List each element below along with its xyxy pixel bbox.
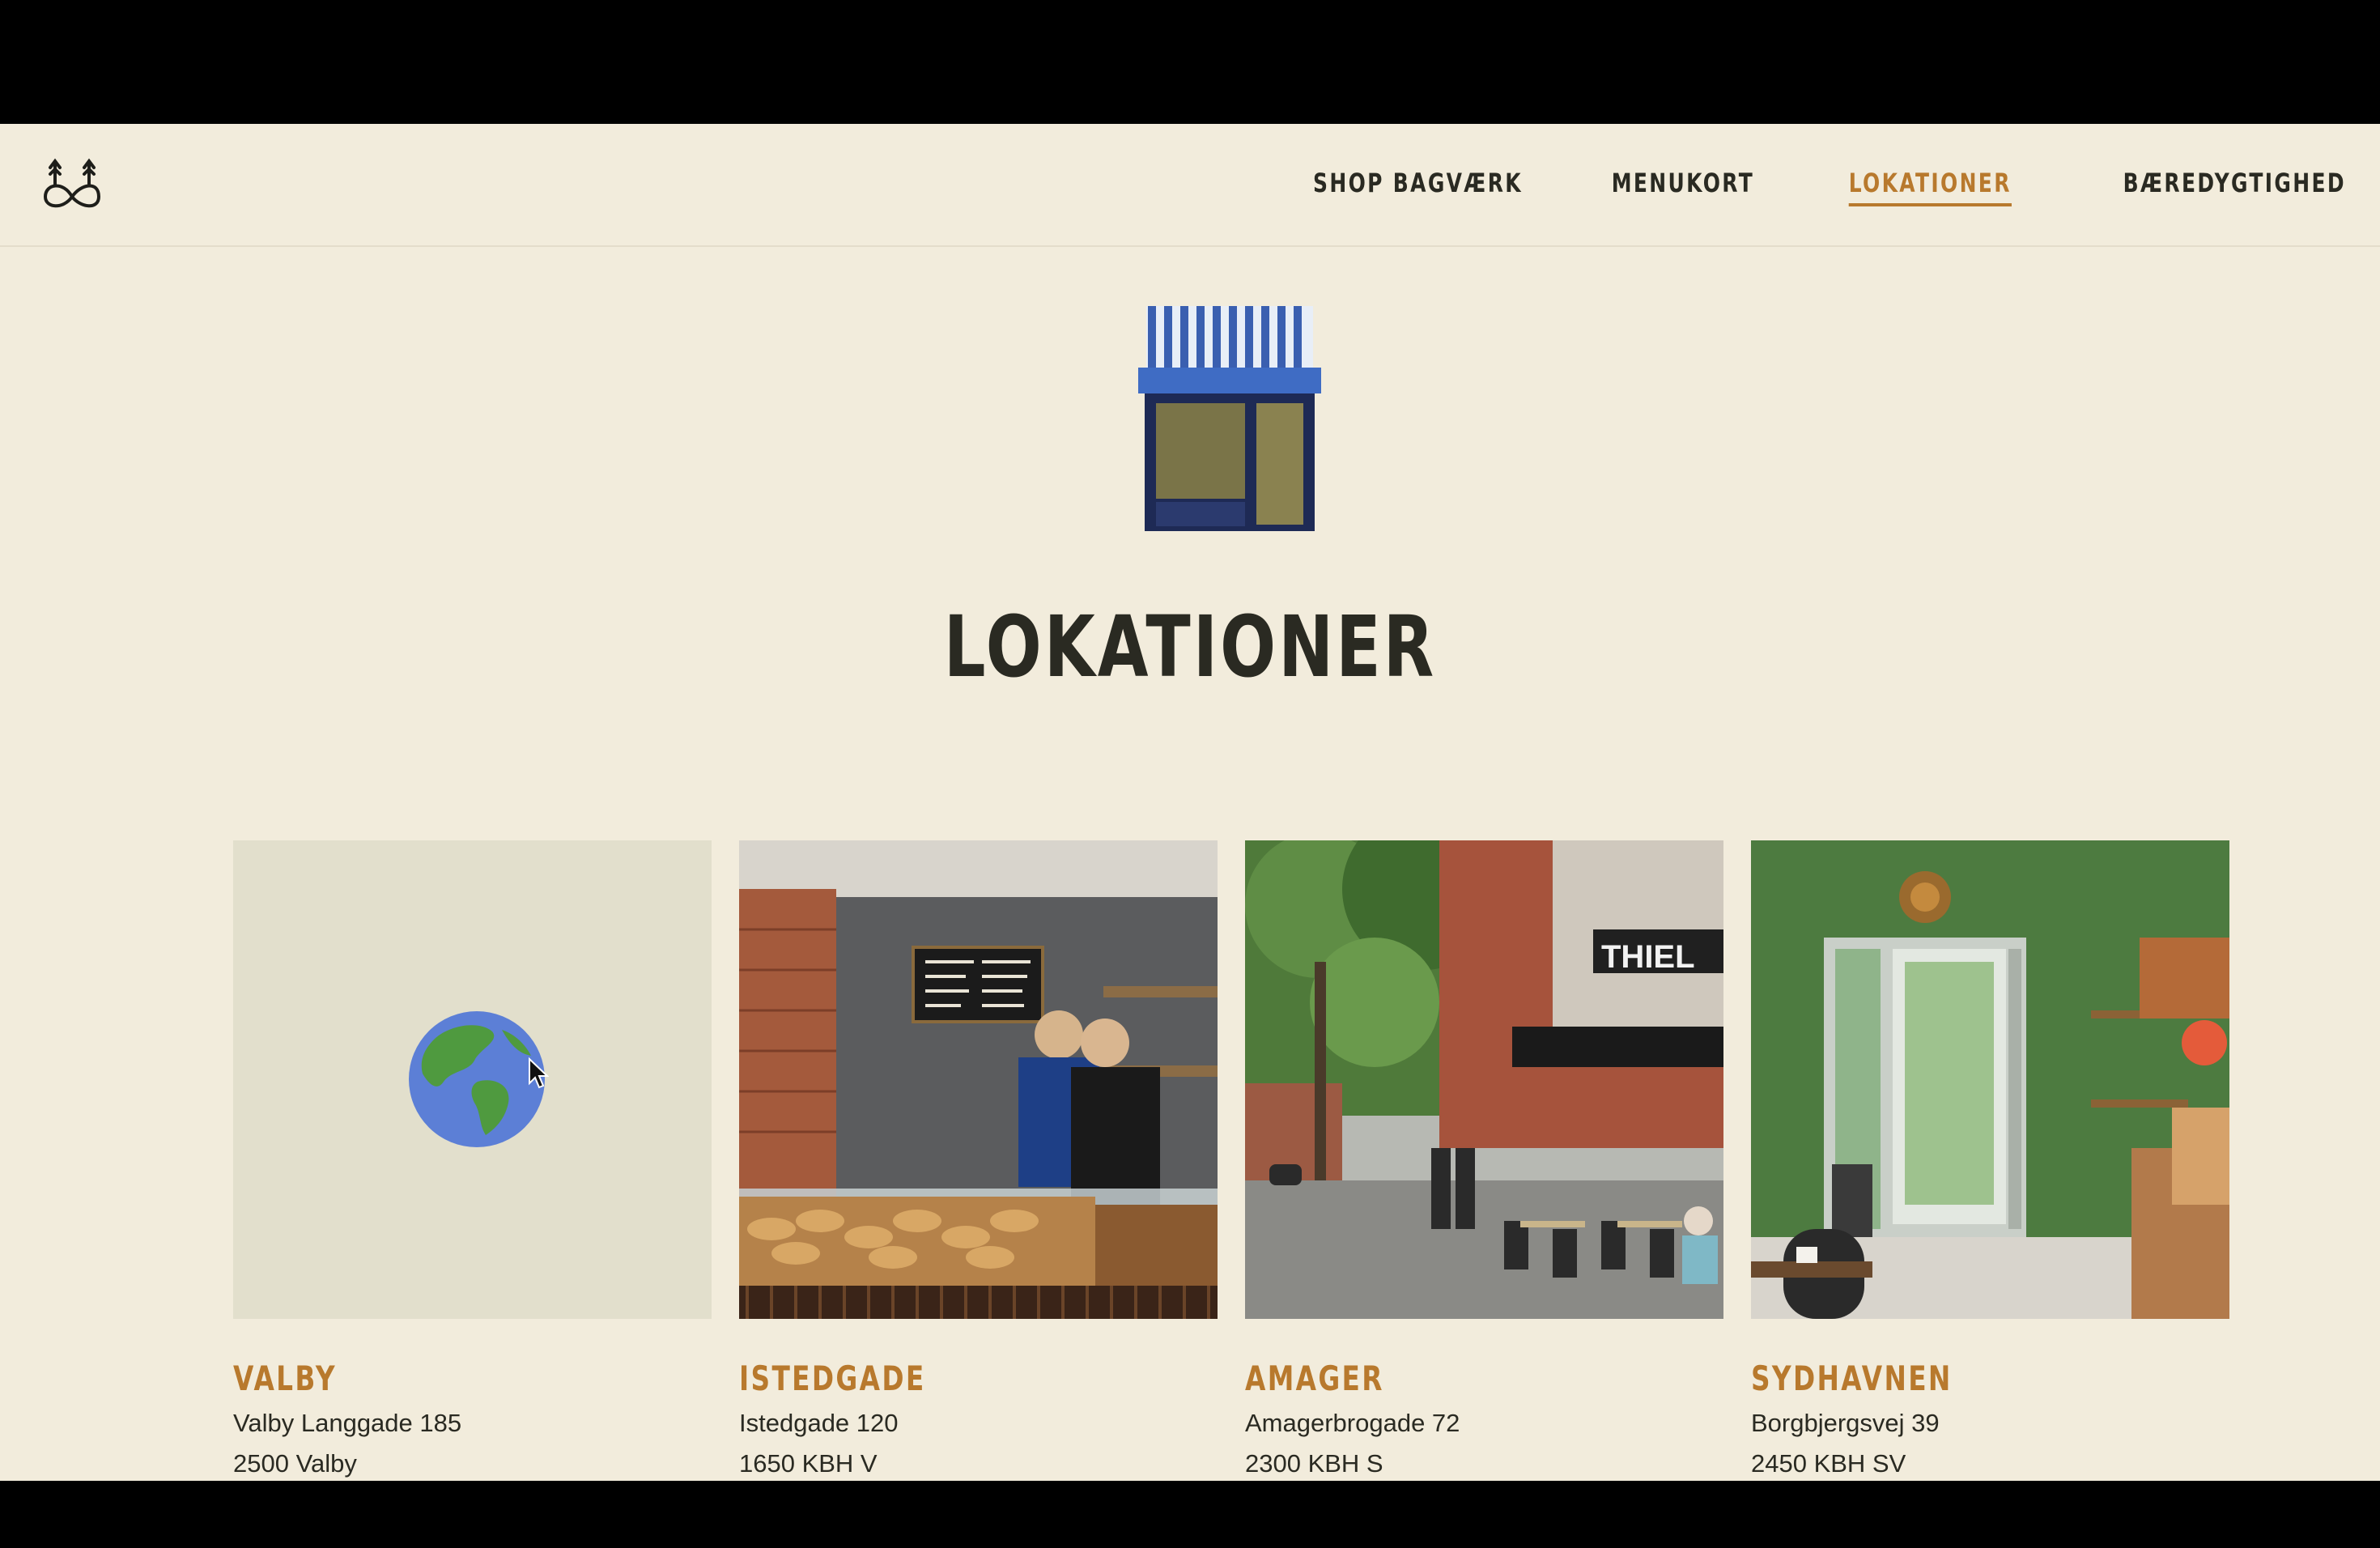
istedgade-photo [739, 840, 1218, 1319]
location-name: SYDHAVNEN [1751, 1359, 1953, 1398]
bakery-shopfront-illustration [1138, 306, 1321, 531]
location-street: Borgbjergsvej 39 [1751, 1409, 1940, 1437]
site-header: SHOP BAGVÆRK MENUKORT LOKATIONER BÆREDYG… [0, 124, 2380, 247]
nav-baeredygtighed[interactable]: BÆREDYGTIGHED [2123, 168, 2346, 206]
location-city: 2300 KBH S [1245, 1449, 1383, 1478]
pretzel-logo-icon[interactable] [39, 156, 105, 215]
location-street: Istedgade 120 [739, 1409, 899, 1437]
location-city: 2450 KBH SV [1751, 1449, 1906, 1478]
bakery-counter-photo [739, 840, 1218, 1319]
sydhavnen-photo [1751, 840, 2229, 1319]
page-title: LOKATIONER [943, 598, 1437, 696]
mouse-cursor-icon [529, 1057, 549, 1089]
location-card-valby[interactable]: VALBY Valby Langgade 185 2500 Valby [233, 840, 712, 1478]
nav-shop-bagvaerk[interactable]: SHOP BAGVÆRK [1313, 168, 1523, 206]
nav-lokationer[interactable]: LOKATIONER [1849, 168, 2012, 206]
location-city: 2500 Valby [233, 1449, 357, 1478]
location-city: 1650 KBH V [739, 1449, 878, 1478]
green-interior-photo [1751, 840, 2229, 1319]
location-card-amager[interactable]: THIEL AMAGER Amagerbrogade 72 2300 KBH S [1245, 840, 1723, 1478]
street-cafe-photo [1245, 840, 1723, 1319]
nav-menukort[interactable]: MENUKORT [1612, 168, 1754, 206]
location-name: ISTEDGADE [739, 1359, 926, 1398]
location-name: AMAGER [1245, 1359, 1384, 1398]
location-card-sydhavnen[interactable]: SYDHAVNEN Borgbjergsvej 39 2450 KBH SV [1751, 840, 2229, 1478]
amager-photo: THIEL [1245, 840, 1723, 1319]
main-nav: SHOP BAGVÆRK MENUKORT LOKATIONER BÆREDYG… [1254, 168, 2346, 206]
location-card-istedgade[interactable]: ISTEDGADE Istedgade 120 1650 KBH V [739, 840, 1218, 1478]
location-street: Amagerbrogade 72 [1245, 1409, 1460, 1437]
location-street: Valby Langgade 185 [233, 1409, 462, 1437]
thiel-sign: THIEL [1601, 939, 1695, 975]
valby-image [233, 840, 712, 1319]
location-name: VALBY [233, 1359, 337, 1398]
browser-viewport: SHOP BAGVÆRK MENUKORT LOKATIONER BÆREDYG… [0, 124, 2380, 1481]
